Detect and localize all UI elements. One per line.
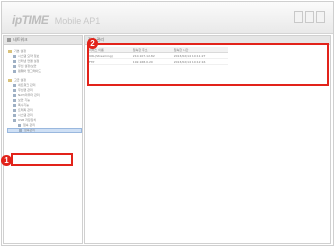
close-button[interactable] xyxy=(316,11,325,23)
tree-item-label: 펌웨어 업그레이드 xyxy=(18,69,42,73)
restore-button[interactable] xyxy=(305,11,314,23)
annotation-badge-1: 1 xyxy=(1,155,12,166)
tree-item-label: 접속관리 xyxy=(24,128,36,132)
page-icon xyxy=(13,60,16,63)
minimize-button[interactable] xyxy=(294,11,303,23)
navigation-panel: 네트워크 기본 설정 시스템 요약 정보 인터넷 연결 설정 무선 설정/보안 펌웨어 … xyxy=(3,35,83,244)
page-icon xyxy=(13,119,16,122)
window-controls xyxy=(294,11,325,23)
tree-item-label: 접속 관리 xyxy=(23,123,35,127)
page-icon xyxy=(13,99,16,102)
highlight-box-2 xyxy=(87,43,329,86)
title-bar: ipTIME Mobile AP1 xyxy=(2,2,333,34)
folder-icon xyxy=(8,79,12,82)
panel-icon xyxy=(7,38,11,42)
page-icon xyxy=(19,129,22,132)
page-icon xyxy=(13,55,16,58)
navigation-panel-title: 네트워크 xyxy=(13,37,28,42)
page-icon xyxy=(13,89,16,92)
menu-tree: 기본 설정 시스템 요약 정보 인터넷 연결 설정 무선 설정/보안 펌웨어 업그레이드… xyxy=(7,49,82,133)
page-icon xyxy=(13,109,16,112)
app-logo: ipTIME Mobile AP1 xyxy=(12,11,101,27)
brand-name: Mobile AP1 xyxy=(54,16,101,26)
page-icon xyxy=(13,114,16,117)
folder-icon xyxy=(8,50,12,53)
brand-prefix: ipTIME xyxy=(12,13,49,27)
highlight-box-1 xyxy=(11,153,73,166)
page-icon xyxy=(13,94,16,97)
annotation-badge-2: 2 xyxy=(87,38,98,49)
page-icon xyxy=(13,104,16,107)
page-icon xyxy=(13,65,16,68)
page-icon xyxy=(13,70,16,73)
navigation-panel-header: 네트워크 xyxy=(4,36,82,45)
page-icon xyxy=(13,84,16,87)
page-icon xyxy=(18,124,21,127)
tree-item[interactable]: 접속관리 xyxy=(7,128,82,133)
